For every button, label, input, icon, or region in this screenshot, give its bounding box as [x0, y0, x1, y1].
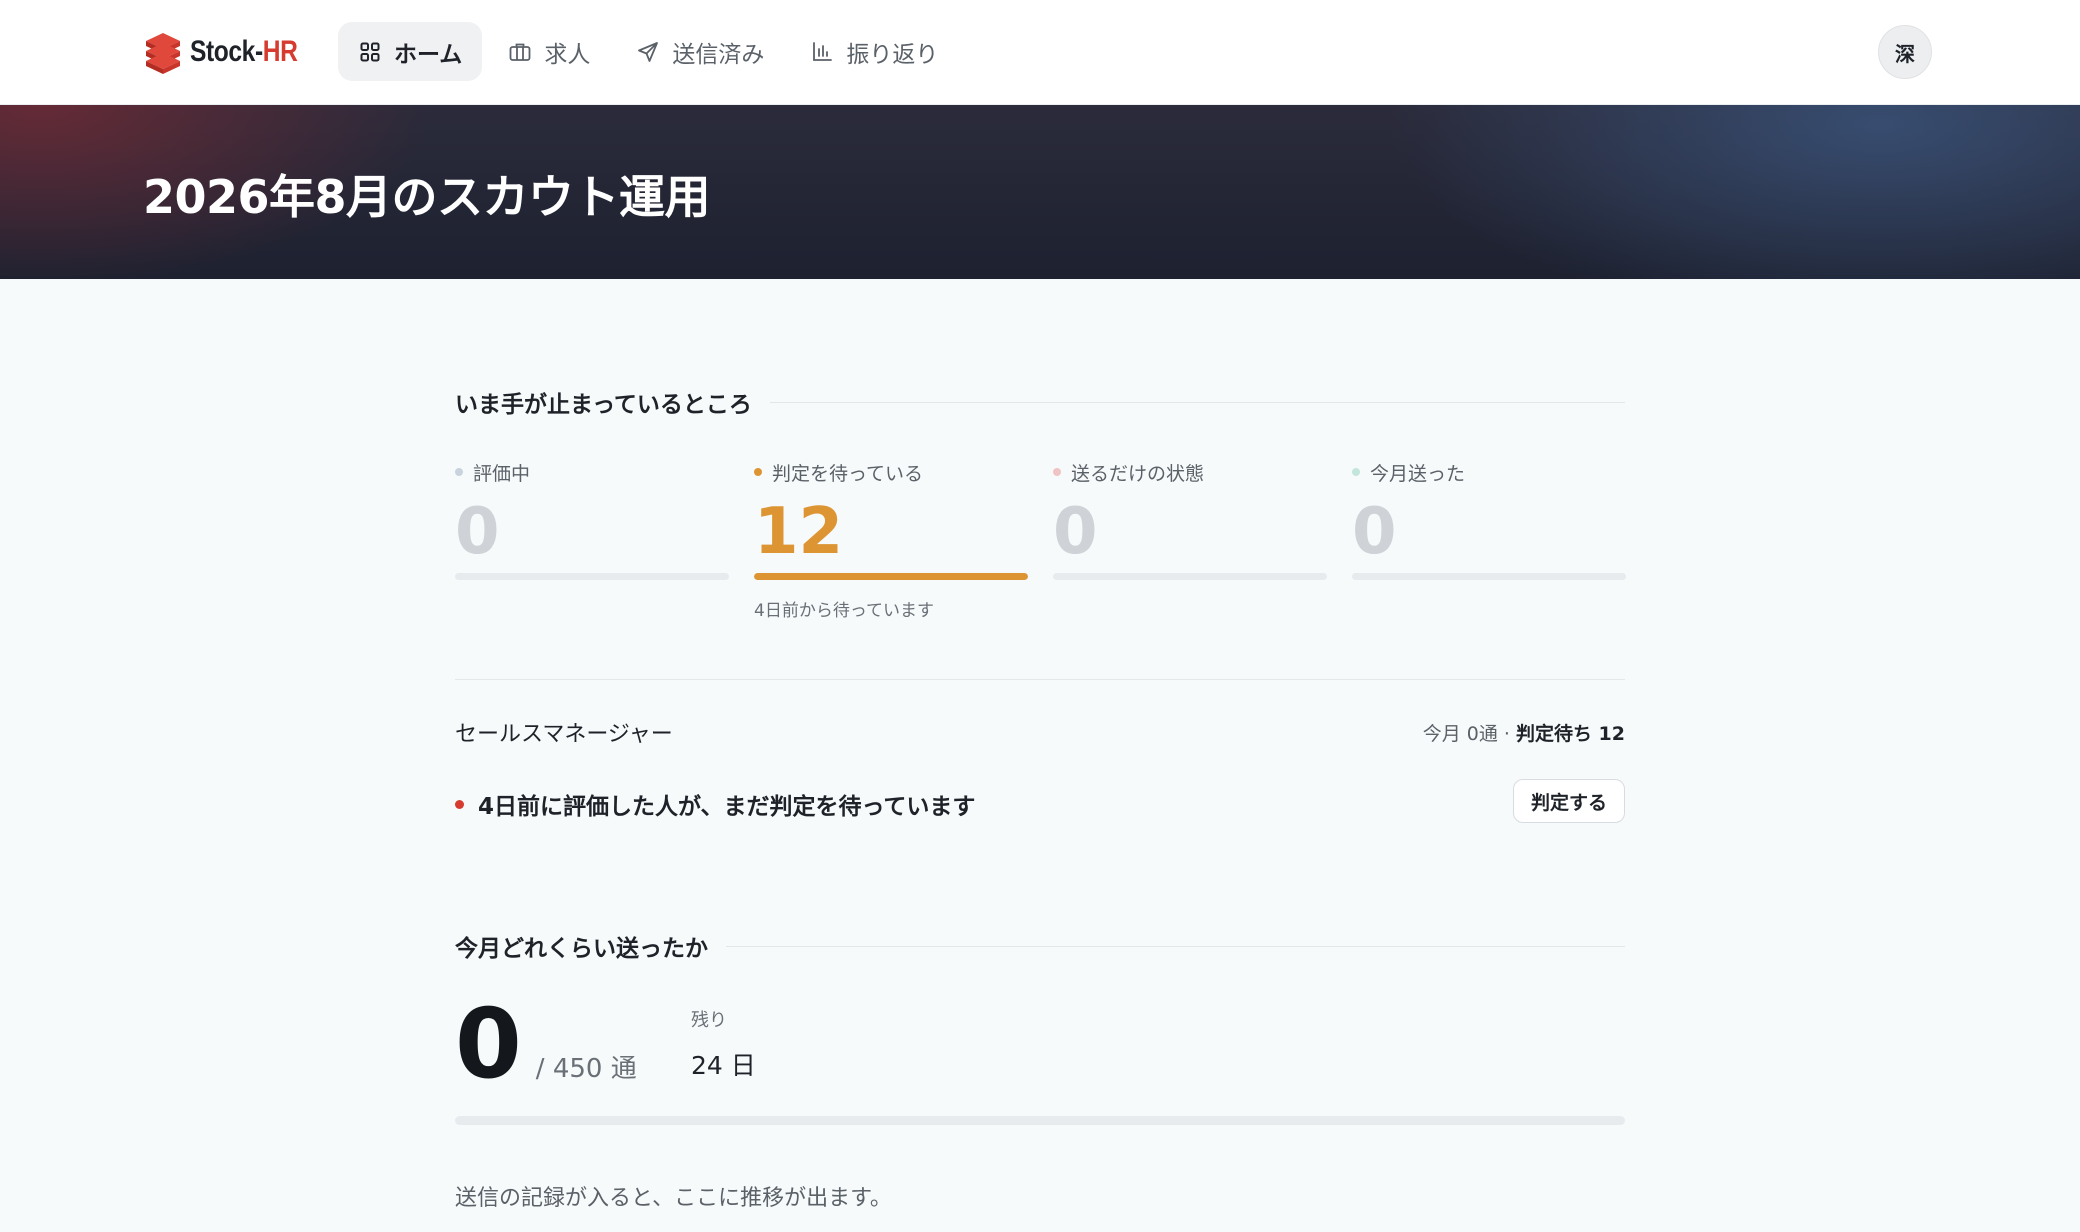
stat-label: 判定を待っている — [754, 459, 1028, 485]
stat-note: 4日前から待っています — [754, 601, 934, 621]
nav-jobs[interactable]: 求人 — [488, 22, 610, 81]
section-monthly-header: 今月どれくらい送ったか — [455, 929, 1625, 963]
job-alert: 4日前に評価した人が、まだ判定を待っています — [455, 787, 975, 821]
stat-sent-this-month[interactable]: 今月送った 0 — [1352, 459, 1626, 580]
grid-icon — [360, 42, 380, 61]
status-dot — [1053, 468, 1061, 476]
stat-label-text: 評価中 — [473, 462, 531, 485]
section-divider — [455, 679, 1625, 680]
briefcase-icon — [509, 43, 531, 61]
section-monthly-title: 今月どれくらい送ったか — [455, 936, 708, 962]
section-divider-line — [726, 945, 1625, 947]
job-alert-text: 4日前に評価した人が、まだ判定を待っています — [478, 794, 976, 820]
send-icon — [638, 41, 659, 62]
stat-value: 12 — [754, 495, 844, 569]
stat-bar — [1352, 573, 1626, 580]
logo-text: Stock-HR — [190, 35, 298, 68]
stat-value: 0 — [455, 495, 500, 569]
remaining-label: 残り — [691, 1010, 727, 1031]
section-divider-line — [769, 401, 1625, 403]
stat-bar-fill — [754, 573, 1028, 580]
nav-home[interactable]: ホーム — [338, 22, 483, 81]
stat-awaiting-decision[interactable]: 判定を待っている 12 4日前から待っています — [754, 459, 1028, 621]
monthly-progress-bar — [455, 1116, 1625, 1125]
alert-dot — [455, 799, 464, 809]
nav-home-label: ホーム — [394, 41, 463, 68]
status-dot — [754, 468, 762, 476]
stat-label-text: 送るだけの状態 — [1071, 462, 1205, 485]
job-alert-row: 4日前に評価した人が、まだ判定を待っています 判定する — [455, 779, 1625, 823]
remaining-value: 24 日 — [691, 1051, 756, 1080]
stat-evaluating[interactable]: 評価中 0 — [455, 459, 729, 580]
stat-label: 評価中 — [455, 459, 729, 485]
stat-label-text: 判定を待っている — [772, 462, 924, 485]
stat-value: 0 — [1352, 495, 1397, 569]
stat-ready-to-send[interactable]: 送るだけの状態 0 — [1053, 459, 1327, 580]
sent-total: / 450 通 — [535, 1054, 637, 1084]
decide-button[interactable]: 判定する — [1512, 779, 1625, 823]
sent-number: 0 — [455, 988, 522, 1100]
stat-bar — [455, 573, 729, 580]
nav-review-label: 振り返り — [846, 41, 939, 68]
status-dot — [1352, 468, 1360, 476]
nav-jobs-label: 求人 — [544, 41, 591, 68]
job-row: セールスマネージャー 今月 0通 · 判定待ち 12 — [455, 716, 1625, 748]
stock-hr-logo[interactable]: Stock-HR — [142, 29, 321, 75]
remaining-days: 残り 24 日 — [691, 1006, 756, 1082]
bar-chart-icon — [813, 41, 833, 61]
stat-label: 今月送った — [1352, 459, 1626, 485]
user-avatar[interactable]: 深 — [1878, 25, 1932, 79]
section-stuck-title: いま手が止まっているところ — [455, 392, 752, 418]
monthly-sent-count: 0 / 450 通 — [455, 994, 637, 1094]
hero-banner: 2026年8月のスカウト運用 — [0, 105, 2080, 279]
stat-value: 0 — [1053, 495, 1098, 569]
job-meta: 今月 0通 · 判定待ち 12 — [1423, 719, 1625, 746]
job-title[interactable]: セールスマネージャー — [455, 716, 673, 748]
job-meta-awaiting: 判定待ち 12 — [1515, 723, 1625, 745]
main-nav: ホーム 求人 送信済み 振り返り — [338, 22, 958, 81]
nav-review[interactable]: 振り返り — [790, 22, 958, 81]
trend-empty-note: 送信の記録が入ると、ここに推移が出ます。 — [455, 1186, 892, 1211]
pipeline-stats: 評価中 0 判定を待っている 12 4日前から待っています 送るだけの状態 0 — [455, 459, 1626, 639]
top-navigation-bar: Stock-HR ホーム 求人 送信済み 振り返り 深 — [0, 0, 2080, 105]
stacked-blocks-icon — [146, 33, 180, 74]
stat-bar — [754, 573, 1028, 580]
stat-label-text: 今月送った — [1370, 462, 1466, 485]
page-title: 2026年8月のスカウト運用 — [143, 170, 711, 224]
stat-label: 送るだけの状態 — [1053, 459, 1327, 485]
section-stuck-header: いま手が止まっているところ — [455, 385, 1625, 419]
job-meta-sent: 今月 0通 · — [1422, 723, 1516, 745]
nav-sent-label: 送信済み — [672, 41, 765, 68]
stat-bar — [1053, 573, 1327, 580]
status-dot — [455, 468, 463, 476]
nav-sent[interactable]: 送信済み — [616, 22, 784, 81]
